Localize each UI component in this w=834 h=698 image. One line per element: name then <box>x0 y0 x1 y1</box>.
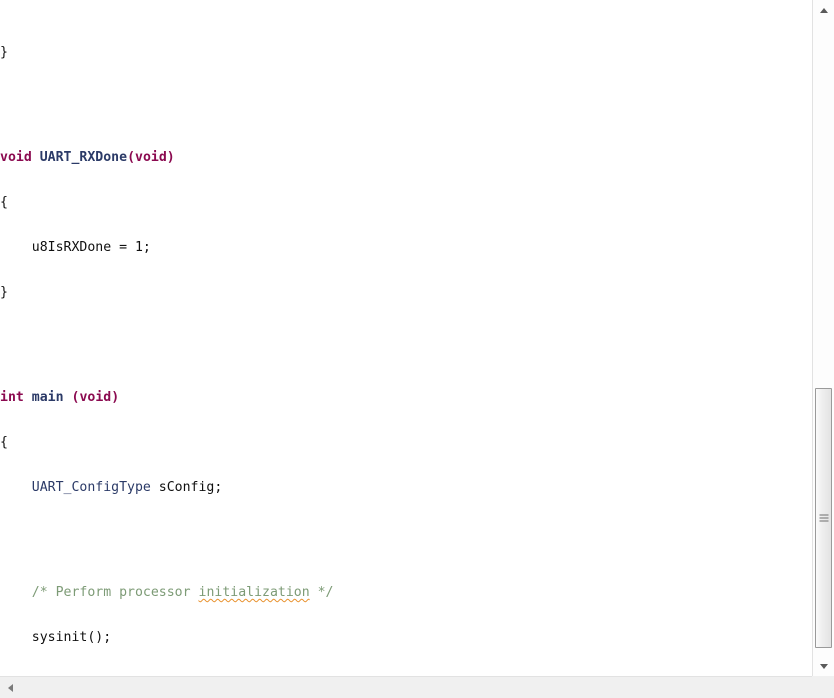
code-text-area[interactable]: } void UART_RXDone(void) { u8IsRXDone = … <box>0 0 812 676</box>
code-line[interactable] <box>0 330 812 345</box>
code-line[interactable]: } <box>0 285 812 300</box>
code-line[interactable]: } <box>0 45 812 60</box>
code-line[interactable]: u8IsRXDone = 1; <box>0 240 812 255</box>
code-line[interactable]: sysinit(); <box>0 630 812 645</box>
code-line[interactable]: void UART_RXDone(void) <box>0 150 812 165</box>
scrollbar-corner <box>812 676 834 698</box>
chevron-down-icon <box>819 663 828 669</box>
horizontal-scrollbar-track[interactable] <box>20 677 814 698</box>
scroll-down-button[interactable] <box>813 656 834 676</box>
grip-icon <box>819 514 828 522</box>
vertical-scrollbar-thumb[interactable] <box>815 388 832 648</box>
code-line[interactable]: UART_ConfigType sConfig; <box>0 480 812 495</box>
code-line[interactable]: { <box>0 195 812 210</box>
code-line[interactable]: { <box>0 435 812 450</box>
scroll-left-button[interactable] <box>0 677 20 698</box>
scroll-up-button[interactable] <box>813 0 834 20</box>
horizontal-scrollbar[interactable] <box>0 676 834 698</box>
code-lines: } void UART_RXDone(void) { u8IsRXDone = … <box>0 0 812 676</box>
code-line[interactable] <box>0 90 812 105</box>
chevron-left-icon <box>7 683 13 692</box>
chevron-up-icon <box>819 7 828 13</box>
vertical-scrollbar-track[interactable] <box>813 20 834 656</box>
code-line[interactable] <box>0 525 812 540</box>
code-line[interactable]: /* Perform processor initialization */ <box>0 585 812 600</box>
code-line[interactable]: int main (void) <box>0 390 812 405</box>
code-editor-window: } void UART_RXDone(void) { u8IsRXDone = … <box>0 0 834 698</box>
vertical-scrollbar[interactable] <box>812 0 834 676</box>
